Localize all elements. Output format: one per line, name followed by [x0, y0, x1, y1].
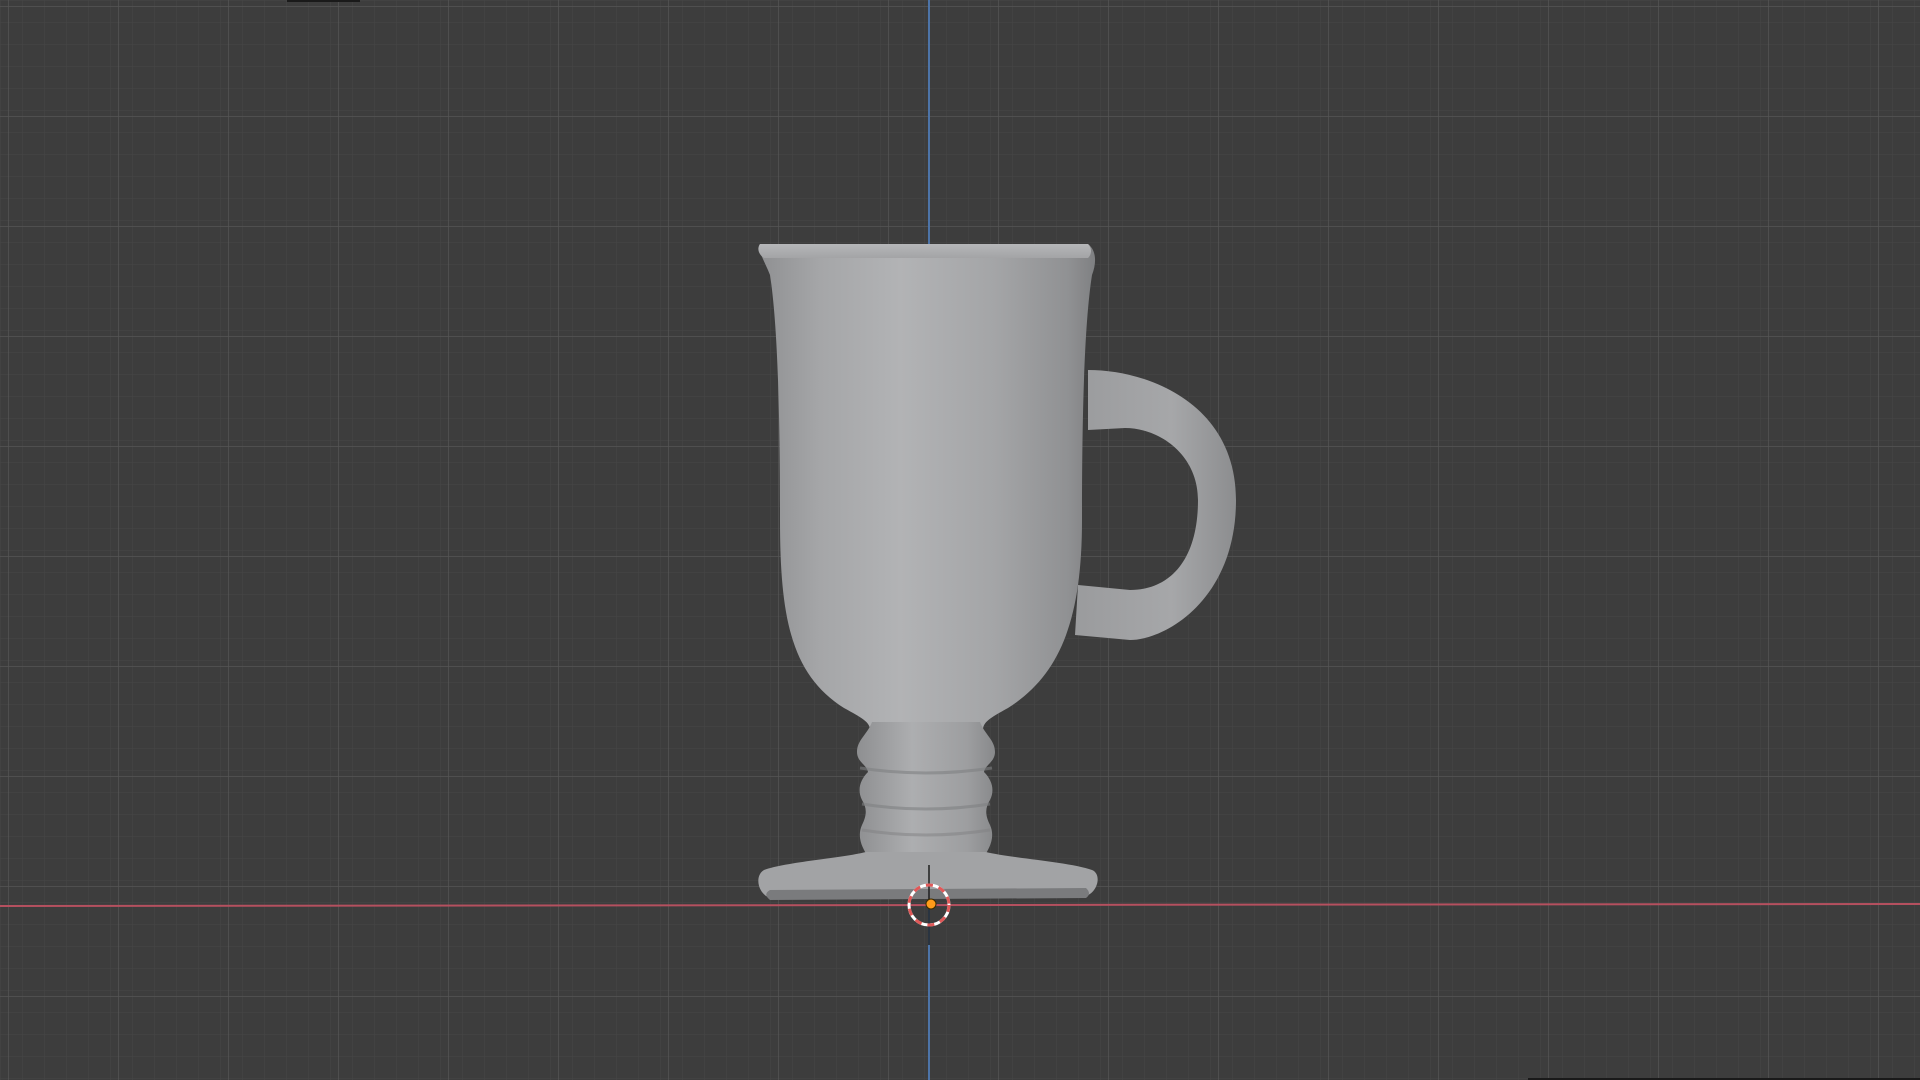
viewport-scene[interactable] — [0, 0, 1920, 1080]
mug-base-shadow — [766, 888, 1089, 900]
3d-viewport[interactable] — [0, 0, 1920, 1080]
mug-body — [759, 244, 1096, 730]
origin-point-icon[interactable] — [925, 898, 937, 910]
toolbar-edge-strip — [287, 0, 360, 2]
mug-rim — [758, 244, 1091, 258]
